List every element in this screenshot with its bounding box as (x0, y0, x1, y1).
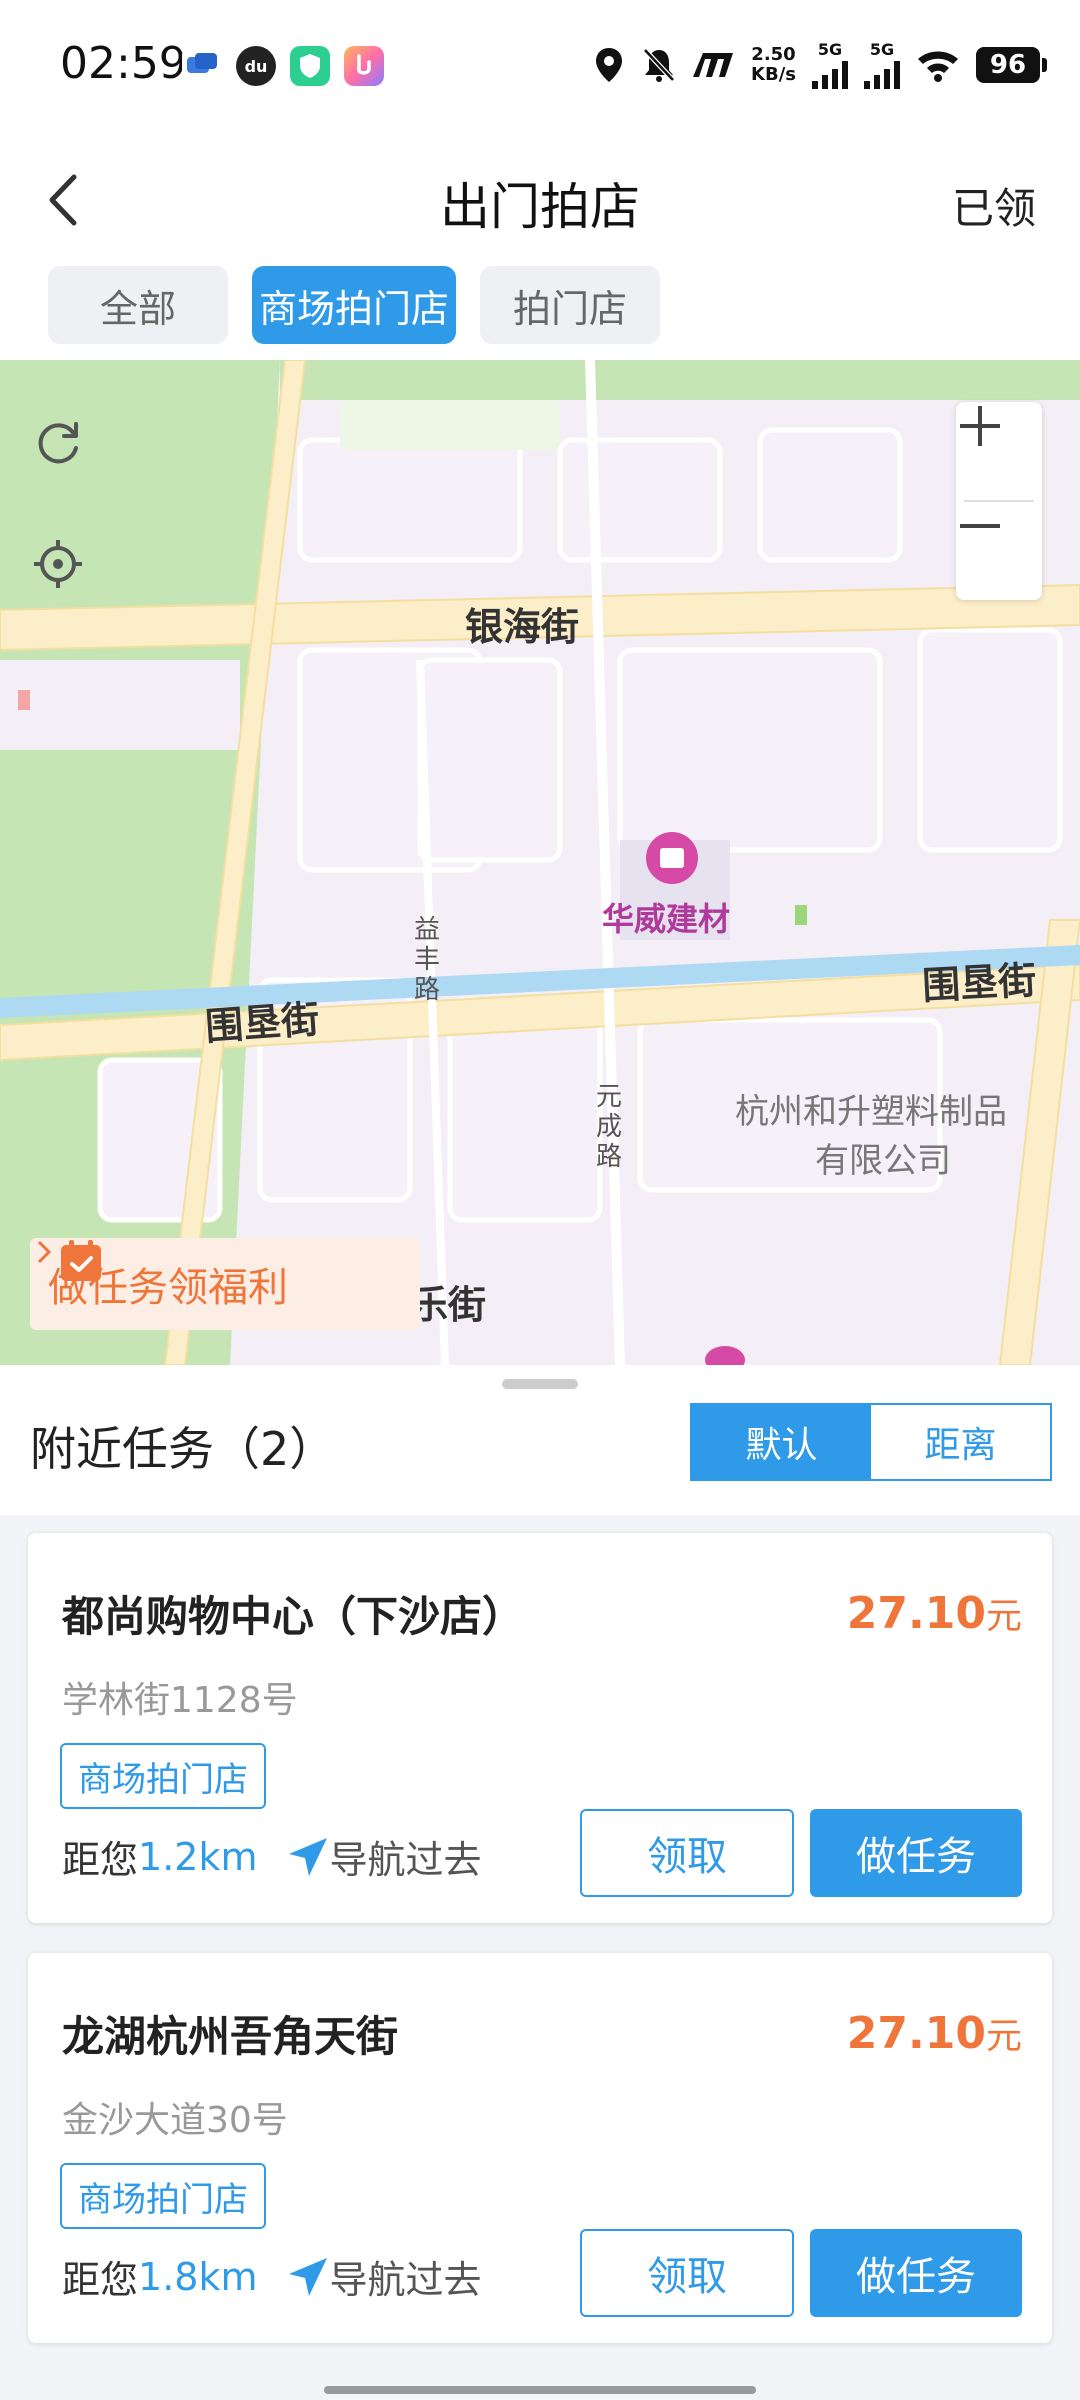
task-tag: 商场拍门店 (60, 2163, 266, 2229)
task-price: 27.10元 (846, 1588, 1022, 1639)
task-price: 27.10元 (846, 2008, 1022, 2059)
task-card[interactable]: 都尚购物中心（下沙店） 27.10元 学林街1128号 商场拍门店 距您 1.2k… (28, 1533, 1052, 1923)
road-label-yinhai: 银海街 (465, 605, 580, 649)
battery-icon: 96 (976, 46, 1047, 83)
navigation-arrow-icon (289, 2257, 328, 2296)
tab-all[interactable]: 全部 (48, 266, 228, 344)
minus-icon (960, 524, 1000, 528)
claimed-link[interactable]: 已领 (952, 175, 1036, 236)
refresh-button[interactable] (30, 416, 120, 506)
task-tag: 商场拍门店 (60, 1743, 266, 1809)
sort-default-button[interactable]: 默认 (692, 1405, 871, 1479)
do-task-button[interactable]: 做任务 (810, 2229, 1022, 2317)
notification-icons: du (182, 46, 384, 86)
navigation-arrow-icon (289, 1837, 328, 1876)
sheet-header: 附近任务（2） 默认 距离 (0, 1365, 1080, 1515)
signal-bars-icon (812, 59, 848, 89)
category-tabs: 全部 商场拍门店 拍门店 (0, 260, 1080, 360)
net-speed: 2.50 KB/s (751, 43, 796, 85)
location-icon (596, 47, 623, 82)
task-name: 都尚购物中心（下沙店） (62, 1592, 525, 1641)
wifi-icon (918, 51, 958, 82)
chevron-right-icon (37, 1240, 52, 1264)
mute-bell-icon (643, 47, 675, 82)
signal-bars-icon (864, 59, 900, 89)
claim-button[interactable]: 领取 (580, 1809, 794, 1897)
status-time: 02:59 (60, 38, 187, 89)
task-distance: 距您 1.2km 导航过去 (62, 1829, 482, 1884)
tab-store[interactable]: 拍门店 (480, 266, 660, 344)
sort-toggle: 默认 距离 (690, 1403, 1052, 1481)
task-address: 学林街1128号 (62, 1680, 298, 1721)
task-card[interactable]: 龙湖杭州吾角天街 27.10元 金沙大道30号 商场拍门店 距您 1.8km 导航… (28, 1953, 1052, 2343)
promo-banner[interactable]: 做任务领福利 (30, 1238, 420, 1330)
task-sheet: 附近任务（2） 默认 距离 都尚购物中心（下沙店） 27.10元 学林街1128… (0, 1365, 1080, 2400)
road-label-weiken-right: 围垦街 (921, 958, 1038, 1008)
poi-label-hesheng: 杭州和升塑料制品 有限公司 (735, 1092, 1007, 1181)
map-view[interactable]: 银海街 围垦街 围垦街 益丰路 元成路 乐街 华威建材 杭州和升塑料制品 有限公… (0, 360, 1080, 1365)
zoom-controls (956, 402, 1042, 600)
task-distance: 距您 1.8km 导航过去 (62, 2249, 482, 2304)
poi-label-huawei: 华威建材 (602, 900, 731, 938)
plus-icon (960, 406, 1000, 446)
do-task-button[interactable]: 做任务 (810, 1809, 1022, 1897)
system-status-icons: 2.50 KB/s 5G 5G 96 (593, 40, 1047, 89)
road-label-yuancheng: 元成路 (596, 1082, 623, 1172)
claim-button[interactable]: 领取 (580, 2229, 794, 2317)
map-canvas (0, 360, 1080, 1365)
road-label-bottom: 乐街 (410, 1283, 487, 1327)
speed-mode-icon (693, 52, 734, 77)
app-icon (344, 46, 384, 86)
zoom-in-button[interactable] (956, 402, 1042, 500)
road-label-yifeng: 益丰路 (414, 915, 441, 1005)
signal-1: 5G (812, 40, 848, 89)
tab-mall-store[interactable]: 商场拍门店 (252, 266, 456, 344)
app-header: 出门拍店 已领 (0, 135, 1080, 260)
sort-distance-button[interactable]: 距离 (871, 1405, 1050, 1479)
crosshair-icon (34, 540, 82, 588)
task-name: 龙湖杭州吾角天街 (62, 2012, 399, 2061)
refresh-icon (38, 422, 78, 464)
road-label-weiken-left: 围垦街 (203, 997, 321, 1049)
navigate-link[interactable]: 导航过去 (287, 2249, 482, 2304)
navigate-link[interactable]: 导航过去 (287, 1829, 482, 1884)
calendar-icon (61, 1240, 101, 1281)
status-bar: 02:59 du 2.50 KB/s 5G 5G 96 (0, 0, 1080, 135)
chat-app-icon (182, 46, 222, 86)
locate-button[interactable] (30, 536, 120, 626)
signal-2: 5G (864, 40, 900, 89)
shield-app-icon (290, 46, 330, 86)
task-address: 金沙大道30号 (62, 2100, 288, 2141)
page-title: 出门拍店 (440, 178, 640, 236)
drag-handle[interactable] (502, 1379, 578, 1389)
dewu-app-icon: du (236, 46, 276, 86)
nearby-tasks-title: 附近任务（2） (30, 1422, 336, 1476)
home-indicator[interactable] (324, 2386, 756, 2394)
zoom-out-button[interactable] (956, 502, 1042, 600)
